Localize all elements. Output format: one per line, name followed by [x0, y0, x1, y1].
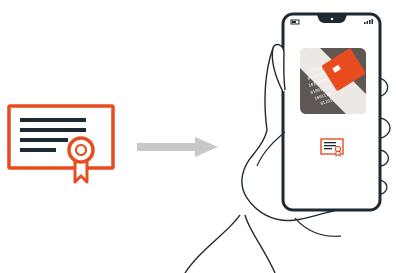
illustration: 11010010 0110100111 101100101 0100111010…	[0, 0, 396, 273]
hand-holding-phone: 11010010 0110100111 101100101 0100111010…	[184, 12, 391, 273]
certificate-icon	[7, 104, 115, 184]
binary-data-app-icon: 11010010 0110100111 101100101 0100111010…	[300, 48, 366, 114]
